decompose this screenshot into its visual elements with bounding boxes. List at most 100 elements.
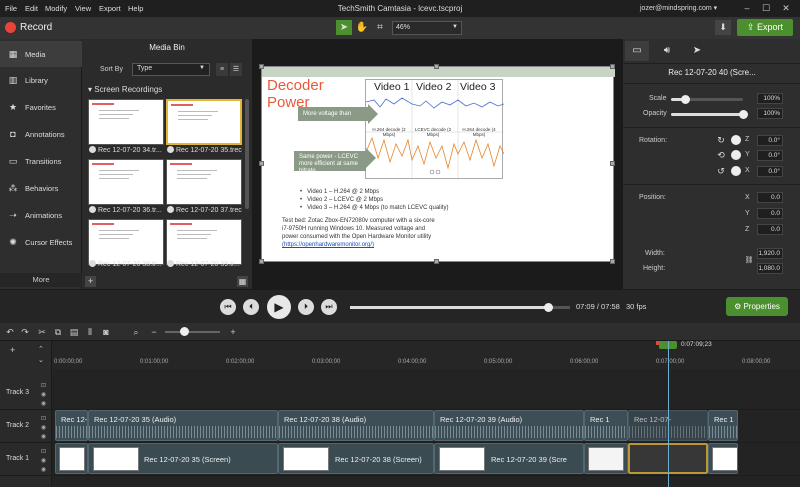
nav-animations[interactable]: ➝ Animations [0,202,82,228]
resize-handle[interactable] [434,259,439,264]
media-thumb[interactable] [166,219,242,265]
redo-icon[interactable]: ↷ [19,326,31,338]
timeline-zoom-slider[interactable] [165,331,220,333]
close-icon[interactable]: ✕ [780,2,792,14]
position-x-value[interactable]: 0.0 [757,192,783,203]
preview-canvas[interactable]: Decoder Power Video 1 Video 2 Video 3 H.… [261,66,615,262]
media-bin-scrollbar[interactable] [245,99,249,209]
crop-icon[interactable]: ⌗ [372,20,388,35]
zoom-out-icon[interactable]: − [148,326,160,338]
track-3-header[interactable]: Track 3 ⊡ ◉ ◉ [0,377,52,410]
screen-clip[interactable] [708,443,738,474]
screen-clip[interactable] [584,443,628,474]
nav-media[interactable]: ▦ Media [0,41,82,67]
nav-library[interactable]: ▥ Library [0,67,82,93]
visibility-icon[interactable]: ◉ [40,425,47,432]
nav-annotations[interactable]: ◘ Annotations [0,121,82,147]
nav-cursor-effects[interactable]: ✺ Cursor Effects [0,229,82,255]
properties-button[interactable]: ⚙ Properties [726,297,788,316]
resize-handle[interactable] [259,64,264,69]
opacity-slider[interactable] [671,110,748,119]
track-3-lane[interactable] [52,377,800,410]
sort-select[interactable]: Type ▼ [132,63,210,76]
cut-icon[interactable]: ✂ [36,326,48,338]
play-icon[interactable]: ▶ [267,295,291,319]
download-icon[interactable]: ⬇ [715,20,731,35]
minimize-icon[interactable]: – [741,2,753,14]
resize-handle[interactable] [610,259,615,264]
grid-view-icon[interactable]: ▦ [237,276,248,287]
nav-transitions[interactable]: ▭ Transitions [0,148,82,174]
add-media-icon[interactable]: + [85,276,96,287]
playback-scrubber[interactable] [350,303,570,312]
audio-clip[interactable]: Rec 12-07-20 39 (Audio) [434,410,584,441]
media-thumb[interactable] [88,99,164,145]
opacity-knob[interactable] [739,110,748,119]
lock-icon[interactable]: ⊡ [40,449,47,456]
link-dimensions-icon[interactable]: ⛓︎ [743,255,755,267]
copy-icon[interactable]: ⧉ [52,326,64,338]
export-button[interactable]: ⇪ Export [737,19,793,36]
more-button[interactable]: More [0,273,82,287]
sort-direction-icon[interactable]: ≡ [216,63,228,76]
rotation-z-value[interactable]: 0.0° [757,135,783,146]
scrubber-knob[interactable] [544,303,553,312]
audio-clip[interactable]: Rec 1 [708,410,738,441]
prev-frame-icon[interactable]: ⏴ [243,299,259,315]
media-thumb[interactable] [88,159,164,205]
screen-clip[interactable]: Rec 12-07-20 39 (Scre [434,443,584,474]
rotation-y-dial[interactable] [731,150,741,160]
snapshot-icon[interactable]: ◙ [100,326,112,338]
screen-clip[interactable] [55,443,88,474]
height-value[interactable]: 1,080.0 [757,263,783,274]
track-2-header[interactable]: Track 2 ⊡ ◉ ◉ [0,410,52,443]
nav-favorites[interactable]: ★ Favorites [0,94,82,120]
mute-icon[interactable]: ◉ [40,401,47,408]
zoom-in-icon[interactable]: + [227,326,239,338]
mute-icon[interactable]: ◉ [40,467,47,474]
resize-handle[interactable] [610,161,615,166]
next-frame-icon[interactable]: ⏵ [298,299,314,315]
zoom-select[interactable]: 46% ▼ [392,21,462,35]
select-arrow-icon[interactable]: ➤ [336,20,352,35]
position-z-value[interactable]: 0.0 [757,224,783,235]
opacity-value[interactable]: 100% [757,108,783,119]
resize-handle[interactable] [259,161,264,166]
resize-handle[interactable] [434,64,439,69]
track-1-header[interactable]: Track 1 ⊡ ◉ ◉ [0,443,52,476]
position-y-value[interactable]: 0.0 [757,208,783,219]
rotation-x-value[interactable]: 0.0° [757,166,783,177]
rotation-y-value[interactable]: 0.0° [757,150,783,161]
list-view-icon[interactable]: ☰ [230,63,242,76]
audio-clip[interactable]: Rec 12- [55,410,88,441]
visual-properties-tab-icon[interactable]: ▭ [625,41,649,61]
lock-icon[interactable]: ⊡ [40,383,47,390]
step-back-icon[interactable]: ⏮ [220,299,236,315]
visibility-icon[interactable]: ◉ [40,458,47,465]
audio-properties-tab-icon[interactable]: 🔊︎ [655,41,679,61]
playhead-line[interactable] [668,341,669,487]
split-icon[interactable]: ⫴ [84,326,96,338]
chevron-up-icon[interactable]: ⌃ [38,345,44,353]
track-1-lane[interactable]: Rec 12-07-20 35 (Screen) Rec 12-07-20 38… [52,443,800,476]
audio-clip[interactable]: Rec 1 [584,410,628,441]
user-account[interactable]: jozer@mindspring.com ▾ [640,4,717,12]
lock-icon[interactable]: ⊡ [40,416,47,423]
scale-value[interactable]: 100% [757,93,783,104]
timeline-zoom-knob[interactable] [180,327,189,336]
visibility-icon[interactable]: ◉ [40,392,47,399]
media-thumb[interactable] [166,159,242,205]
audio-clip[interactable]: Rec 12-07-20 38 (Audio) [278,410,434,441]
rotation-x-dial[interactable] [731,166,741,176]
maximize-icon[interactable]: ☐ [760,2,772,14]
rotation-z-dial[interactable] [731,135,741,145]
paste-icon[interactable]: ▤ [68,326,80,338]
screen-clip[interactable]: Rec 12-07-20 35 (Screen) [88,443,278,474]
scale-knob[interactable] [681,95,690,104]
screen-clip[interactable]: Rec 12-07-20 38 (Screen) [278,443,434,474]
resize-handle[interactable] [610,64,615,69]
resize-handle[interactable] [259,259,264,264]
cursor-properties-tab-icon[interactable]: ➤ [685,41,709,61]
nav-behaviors[interactable]: ⁂ Behaviors [0,175,82,201]
hand-pan-icon[interactable]: ✋ [354,20,370,35]
